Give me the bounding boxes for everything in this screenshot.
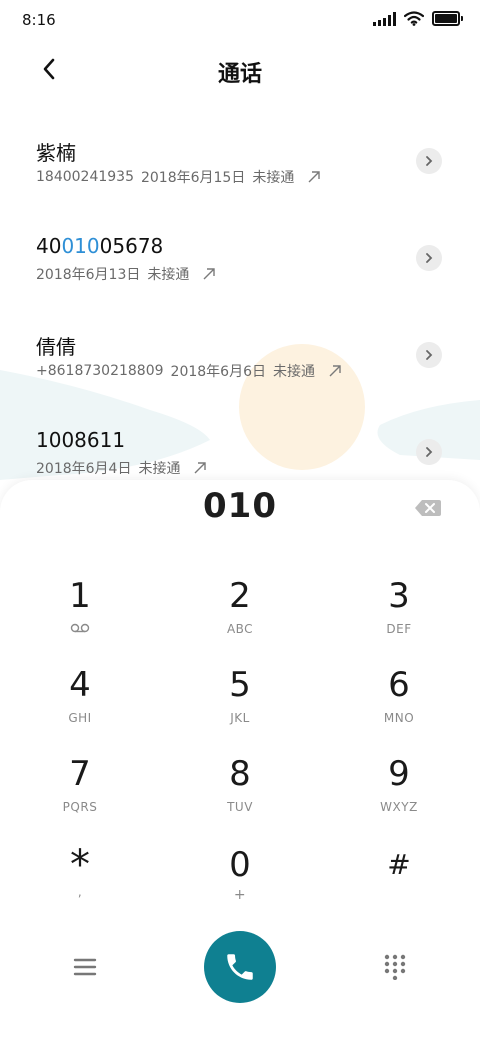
key-letters: DEF [386, 622, 412, 636]
key-letters: + [233, 887, 247, 903]
chevron-right-icon [426, 350, 433, 360]
menu-button[interactable] [72, 956, 98, 978]
call-status: 未接通 [147, 267, 190, 283]
key-digit: * [70, 842, 90, 888]
key-digit: 7 [69, 754, 91, 794]
key-letters: WXYZ [380, 800, 418, 814]
key-digit: 0 [229, 845, 251, 885]
key-5[interactable]: 5 JKL [190, 665, 290, 745]
key-digit: # [387, 848, 411, 881]
phone-number: 18400241935 [36, 169, 134, 185]
call-meta: 2018年6月4日 未接通 [36, 458, 207, 478]
key-digit: 2 [229, 576, 251, 616]
key-digit: 9 [388, 754, 410, 794]
key-letters: ABC [226, 622, 254, 636]
key-letters: , [77, 885, 83, 899]
call-meta: 2018年6月13日 未接通 [36, 264, 216, 284]
matched-digits: 010 [61, 234, 100, 258]
key-star[interactable]: * , [30, 845, 130, 925]
key-letters: GHI [68, 711, 92, 725]
call-log-item[interactable]: 倩倩 +8618730218809 2018年6月6日 未接通 [0, 307, 480, 404]
call-button[interactable] [204, 931, 276, 1003]
key-8[interactable]: 8 TUV [190, 754, 290, 834]
outgoing-call-icon [203, 268, 216, 280]
chevron-right-icon [426, 156, 433, 166]
chevron-right-icon [426, 447, 433, 457]
dialed-number-display[interactable]: 010 [0, 486, 480, 526]
outgoing-call-icon [329, 365, 341, 377]
key-7[interactable]: 7 PQRS [30, 754, 130, 834]
details-button[interactable] [416, 245, 442, 271]
phone-number: +8618730218809 [36, 363, 164, 379]
call-meta: +8618730218809 2018年6月6日 未接通 [36, 361, 342, 381]
contact-name: 紫楠 [36, 141, 76, 165]
key-digit: 5 [229, 665, 251, 705]
call-log-item[interactable]: 紫楠 18400241935 2018年6月15日 未接通 [0, 113, 480, 210]
call-status: 未接通 [252, 170, 295, 186]
key-3[interactable]: 3 DEF [349, 576, 449, 656]
details-button[interactable] [416, 439, 442, 465]
key-digit: 4 [69, 665, 91, 705]
outgoing-call-icon [194, 462, 207, 474]
battery-icon [432, 11, 463, 26]
outgoing-call-icon [308, 171, 321, 183]
keypad-toggle-button[interactable] [384, 954, 406, 980]
number-prefix: 40 [36, 234, 62, 258]
key-digit: 8 [229, 754, 251, 794]
key-letters: TUV [227, 800, 253, 814]
key-digit: 6 [388, 665, 410, 705]
key-9[interactable]: 9 WXYZ [349, 754, 449, 834]
call-status: 未接通 [138, 461, 181, 477]
key-4[interactable]: 4 GHI [30, 665, 130, 745]
call-date: 2018年6月4日 [36, 461, 132, 477]
key-letters: PQRS [62, 800, 98, 814]
call-status: 未接通 [272, 364, 315, 380]
key-2[interactable]: 2 ABC [190, 576, 290, 656]
key-hash[interactable]: # [349, 845, 449, 925]
dialer-panel: 010 1 2 ABC 3 DEF 4 GHI 5 JKL 6 MNO 7 PQ… [0, 480, 480, 1040]
call-log-list: 紫楠 18400241935 2018年6月15日 未接通 4001005678… [0, 113, 480, 501]
key-letters: JKL [230, 711, 250, 725]
details-button[interactable] [416, 148, 442, 174]
call-date: 2018年6月15日 [140, 170, 246, 186]
contact-name: 倩倩 [36, 335, 76, 359]
key-1[interactable]: 1 [30, 576, 130, 656]
backspace-button[interactable] [414, 498, 442, 518]
contact-number: 1008611 [36, 428, 126, 452]
status-icons [373, 11, 463, 26]
key-digit: 1 [69, 576, 91, 616]
status-time: 8:16 [22, 11, 56, 29]
details-button[interactable] [416, 342, 442, 368]
key-digit: 3 [388, 576, 410, 616]
call-date: 2018年6月13日 [36, 267, 141, 283]
wifi-icon [404, 11, 424, 26]
phone-icon [227, 954, 253, 980]
status-bar: 8:16 [0, 0, 480, 40]
voicemail-icon [70, 623, 90, 633]
number-suffix: 05678 [99, 234, 164, 258]
key-letters: MNO [383, 711, 415, 725]
call-meta: 18400241935 2018年6月15日 未接通 [36, 167, 321, 187]
contact-number: 4001005678 [36, 234, 163, 258]
key-6[interactable]: 6 MNO [349, 665, 449, 745]
call-date: 2018年6月6日 [170, 364, 266, 380]
chevron-right-icon [426, 253, 433, 263]
signal-icon [373, 11, 396, 26]
page-title: 通话 [217, 62, 262, 87]
header: 通话 [0, 44, 480, 96]
call-log-item[interactable]: 4001005678 2018年6月13日 未接通 [0, 210, 480, 307]
key-0[interactable]: 0 + [190, 845, 290, 925]
